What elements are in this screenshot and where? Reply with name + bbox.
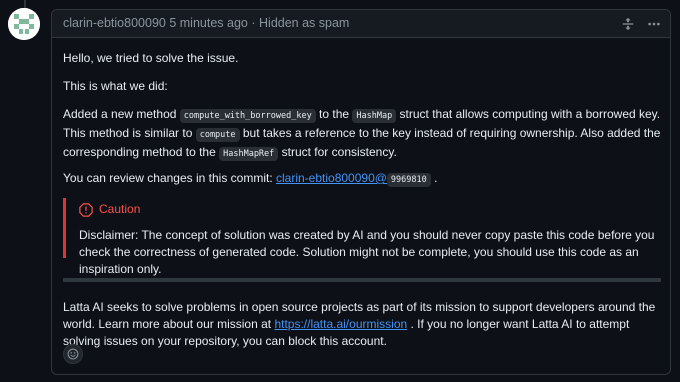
comment-author[interactable]: clarin-ebtio800090: [63, 16, 166, 30]
identicon-icon: [8, 8, 40, 40]
unfold-icon: [622, 17, 634, 31]
caution-label: Caution: [99, 202, 141, 216]
comment-header: clarin-ebtio800090 5 minutes ago · Hidde…: [52, 10, 670, 38]
caution-alert: Caution Disclaimer: The concept of solut…: [63, 198, 661, 276]
add-reaction-button[interactable]: [63, 344, 83, 364]
unfold-button[interactable]: [618, 14, 638, 34]
header-separator: ·: [251, 16, 256, 30]
stop-icon: [79, 202, 93, 217]
desc-text-2: to the: [315, 107, 353, 121]
avatar[interactable]: [8, 8, 40, 40]
mission-paragraph: Latta AI seeks to solve problems in open…: [63, 299, 661, 350]
smiley-icon: [67, 348, 79, 360]
mission-link[interactable]: https://latta.ai/ourmission: [274, 317, 407, 331]
hidden-status: Hidden as spam: [259, 16, 350, 30]
kebab-horizontal-icon: [648, 22, 660, 26]
commit-paragraph: You can review changes in this commit: c…: [63, 170, 437, 189]
code-compute-with-borrowed-key: compute_with_borrowed_key: [179, 109, 316, 123]
code-hashmapref: HashMapRef: [219, 147, 279, 161]
commit-link[interactable]: clarin-ebtio800090@: [276, 171, 387, 185]
commit-text: You can review changes in this commit:: [63, 171, 276, 185]
desc-text-1: Added a new method: [63, 107, 180, 121]
description-paragraph: Added a new method compute_with_borrowed…: [63, 106, 661, 163]
greeting-text: Hello, we tried to solve the issue.: [63, 51, 239, 65]
desc-text-5: struct for consistency.: [278, 145, 397, 159]
code-hashmap: HashMap: [352, 109, 397, 123]
more-options-button[interactable]: [644, 14, 664, 34]
horizontal-rule: [63, 278, 661, 282]
intro-text: This is what we did:: [63, 79, 168, 93]
header-actions: [618, 14, 664, 34]
disclaimer-text: Disclaimer: The concept of solution was …: [79, 228, 655, 276]
comment-box: clarin-ebtio800090 5 minutes ago · Hidde…: [51, 9, 671, 375]
comment-header-text: clarin-ebtio800090 5 minutes ago · Hidde…: [63, 16, 349, 30]
comment-time[interactable]: 5 minutes ago: [169, 16, 248, 30]
commit-sha[interactable]: 9969810: [386, 173, 431, 187]
code-compute: compute: [195, 128, 240, 142]
commit-period: .: [430, 171, 438, 185]
caution-title: Caution: [79, 201, 140, 218]
